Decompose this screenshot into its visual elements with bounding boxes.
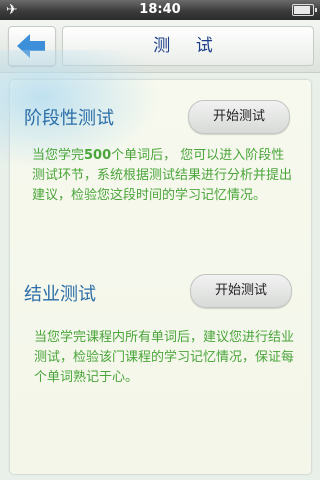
stage-test-start-button[interactable]: 开始测试 xyxy=(188,100,290,134)
desc-text-pre: 当您学完 xyxy=(32,148,85,163)
final-test-description: 当您学完课程内所有单词后，建议您进行结业测试，检验该门课程的学习记忆情况，保证每… xyxy=(34,330,295,385)
desc-word-count: 500 xyxy=(84,148,112,163)
battery-icon xyxy=(292,4,317,16)
final-test-title: 结业测试 xyxy=(24,284,96,305)
final-test-start-button[interactable]: 开始测试 xyxy=(190,274,292,308)
stage-test-description: 当您学完500个单词后， 您可以进入阶段性测试环节，系统根据测试结果进行分析并提… xyxy=(32,146,294,206)
status-bar: ✈ 18:40 xyxy=(0,0,320,20)
content-card: 阶段性测试 开始测试 当您学完500个单词后， 您可以进入阶段性测试环节，系统根… xyxy=(0,50,311,474)
status-time: 18:40 xyxy=(139,2,181,17)
stage-test-title: 阶段性测试 xyxy=(24,108,114,129)
